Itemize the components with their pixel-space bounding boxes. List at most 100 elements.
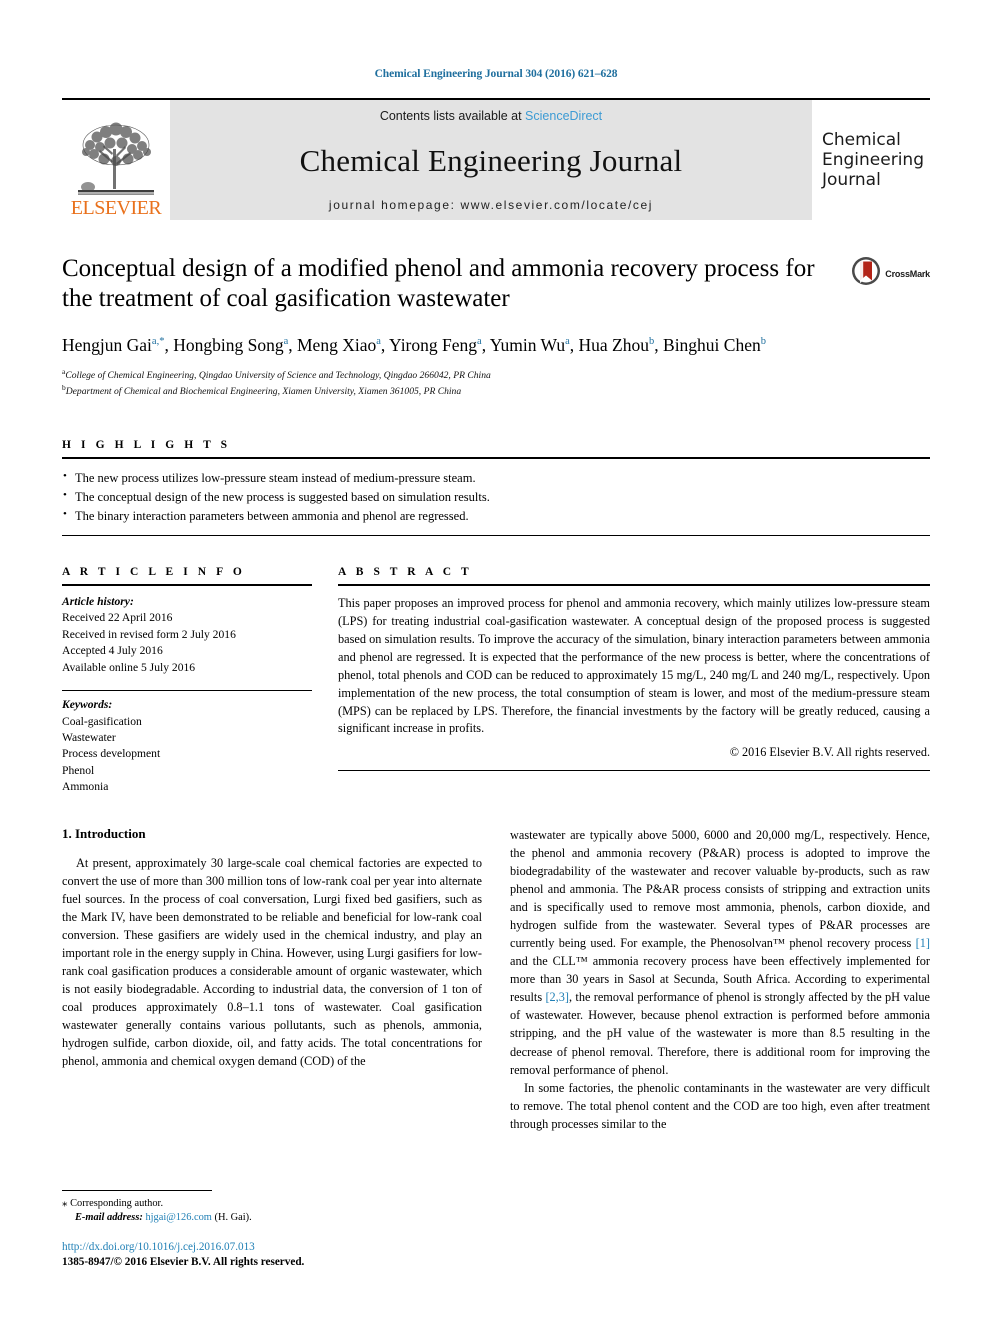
journal-masthead: ELSEVIER Contents lists available at Sci… [62, 98, 930, 220]
author-list: Hengjun Gaia,*, Hongbing Songa, Meng Xia… [62, 335, 766, 355]
author-marks: b [760, 336, 766, 348]
author-entry: Binghui Chenb [663, 335, 766, 355]
email-owner: (H. Gai). [214, 1211, 252, 1223]
author-name: Hongbing Song [173, 335, 284, 355]
author-marks: a,* [151, 336, 165, 348]
author-marks: a [376, 336, 381, 348]
corresponding-author-note: ⁎ Corresponding author. [62, 1196, 490, 1212]
info-abstract-row: A R T I C L E I N F O Article history: R… [62, 566, 930, 796]
affiliation-item: bDepartment of Chemical and Biochemical … [62, 383, 930, 399]
affiliation-list: aCollege of Chemical Engineering, Qingda… [62, 367, 930, 399]
affiliation-text: College of Chemical Engineering, Qingdao… [65, 369, 491, 381]
journal-title: Chemical Engineering Journal [299, 142, 683, 178]
highlights-section: H I G H L I G H T S The new process util… [62, 439, 930, 536]
crossmark-badge[interactable]: CrossMark [851, 256, 930, 291]
email-label: E-mail address: [75, 1211, 143, 1223]
body-column-right: wastewater are typically above 5000, 600… [510, 826, 930, 1133]
email-address-link[interactable]: hjgai@126.com [145, 1212, 211, 1223]
author-entry: Hengjun Gaia,* [62, 335, 164, 355]
history-item: Received 22 April 2016 [62, 611, 173, 625]
crossmark-icon [851, 256, 881, 291]
doi-block: http://dx.doi.org/10.1016/j.cej.2016.07.… [62, 1240, 490, 1271]
section-heading-introduction: 1. Introduction [62, 825, 146, 841]
footnote-rule [62, 1189, 212, 1191]
journal-cover-thumbnail: Chemical Engineering Journal [812, 100, 930, 220]
contents-lists-line: Contents lists available at ScienceDirec… [380, 109, 602, 123]
abstract-bottom-rule [338, 770, 930, 772]
author-entry: Hongbing Songa [173, 335, 288, 355]
list-item: The conceptual design of the new process… [62, 487, 930, 507]
history-item: Available online 5 July 2016 [62, 660, 196, 674]
cover-line-3: Journal [822, 170, 881, 191]
doi-link[interactable]: http://dx.doi.org/10.1016/j.cej.2016.07.… [62, 1240, 490, 1256]
article-history: Article history: Received 22 April 2016 … [62, 594, 312, 676]
citation-ref[interactable]: [1] [916, 936, 930, 950]
paragraph: wastewater are typically above 5000, 600… [510, 826, 930, 1079]
keywords-block: Keywords: Coal-gasification Wastewater P… [62, 697, 312, 796]
affiliation-item: aCollege of Chemical Engineering, Qingda… [62, 367, 930, 383]
author-name: Hua Zhou [578, 335, 650, 355]
history-item: Accepted 4 July 2016 [62, 644, 163, 658]
running-head: Chemical Engineering Journal 304 (2016) … [374, 68, 618, 80]
list-item: The binary interaction parameters betwee… [62, 506, 930, 526]
article-info-heading: A R T I C L E I N F O [62, 565, 246, 578]
author-name: Binghui Chen [663, 335, 761, 355]
highlights-heading: H I G H L I G H T S [62, 438, 231, 451]
corresponding-author-text: Corresponding author. [70, 1197, 164, 1209]
author-entry: Meng Xiaoa [297, 335, 381, 355]
keyword-item: Coal-gasification [62, 714, 142, 728]
history-item: Received in revised form 2 July 2016 [62, 627, 236, 641]
author-name: Meng Xiao [297, 335, 377, 355]
journal-homepage-link[interactable]: journal homepage: www.elsevier.com/locat… [329, 198, 653, 212]
highlights-list: The new process utilizes low-pressure st… [62, 459, 930, 535]
keyword-item: Wastewater [62, 730, 116, 744]
email-note: E-mail address: hjgai@126.com (H. Gai). [62, 1212, 490, 1223]
keyword-item: Ammonia [62, 780, 109, 794]
page-title: Conceptual design of a modified phenol a… [62, 255, 815, 312]
author-marks: a [283, 336, 289, 348]
cover-title-text: Chemical Engineering Journal [822, 130, 924, 190]
paragraph: At present, approximately 30 large-scale… [62, 855, 482, 1069]
author-marks: a [477, 336, 482, 348]
paragraph: In some factories, the phenolic contamin… [510, 1080, 930, 1131]
copyright-line: © 2016 Elsevier B.V. All rights reserved… [729, 745, 930, 760]
abstract-heading: A B S T R A C T [338, 565, 473, 578]
author-entry: Hua Zhoub [579, 335, 655, 355]
title-block: Conceptual design of a modified phenol a… [62, 254, 930, 314]
corresponding-author-mark: ⁎ [62, 1196, 68, 1209]
citation-ref[interactable]: [2,3] [545, 990, 569, 1004]
highlights-bottom-rule [62, 534, 930, 536]
keywords-title: Keywords: [62, 698, 113, 712]
paragraph-part: , the removal performance of phenol is s… [510, 990, 930, 1077]
page-footer: ⁎ Corresponding author. E-mail address: … [62, 1189, 490, 1271]
keywords-separator-rule [62, 690, 312, 692]
paragraph-part: wastewater are typically above 5000, 600… [510, 827, 930, 951]
affiliation-text: Department of Chemical and Biochemical E… [65, 385, 462, 397]
article-history-title: Article history: [62, 594, 134, 608]
journal-article-page: Chemical Engineering Journal 304 (2016) … [0, 0, 992, 1323]
contents-prefix: Contents lists available at [379, 109, 526, 123]
author-entry: Yirong Fenga [389, 335, 482, 355]
cover-line-2: Engineering [822, 149, 924, 170]
elsevier-logo: ELSEVIER [62, 100, 170, 220]
abstract-text: This paper proposes an improved process … [338, 595, 930, 736]
list-item: The new process utilizes low-pressure st… [62, 468, 930, 488]
author-name: Yirong Feng [389, 335, 478, 355]
elsevier-tree-icon [70, 119, 162, 197]
author-marks: b [649, 336, 655, 348]
journal-band: Contents lists available at ScienceDirec… [170, 100, 812, 220]
keyword-item: Phenol [62, 763, 95, 777]
keyword-item: Process development [62, 747, 161, 761]
article-info-section: A R T I C L E I N F O Article history: R… [62, 566, 312, 796]
body-columns: 1. Introduction At present, approximatel… [62, 826, 930, 1133]
issn-copyright-line: 1385-8947/© 2016 Elsevier B.V. All right… [62, 1256, 305, 1269]
elsevier-wordmark: ELSEVIER [70, 197, 162, 219]
body-column-left: 1. Introduction At present, approximatel… [62, 826, 482, 1133]
sciencedirect-link[interactable]: ScienceDirect [525, 109, 602, 123]
cover-line-1: Chemical [822, 129, 901, 150]
author-name: Yumin Wu [489, 335, 566, 355]
author-name: Hengjun Gai [62, 335, 152, 355]
article-info-body: Article history: Received 22 April 2016 … [62, 586, 312, 796]
author-entry: Yumin Wua [490, 335, 570, 355]
crossmark-label: CrossMark [885, 268, 930, 279]
